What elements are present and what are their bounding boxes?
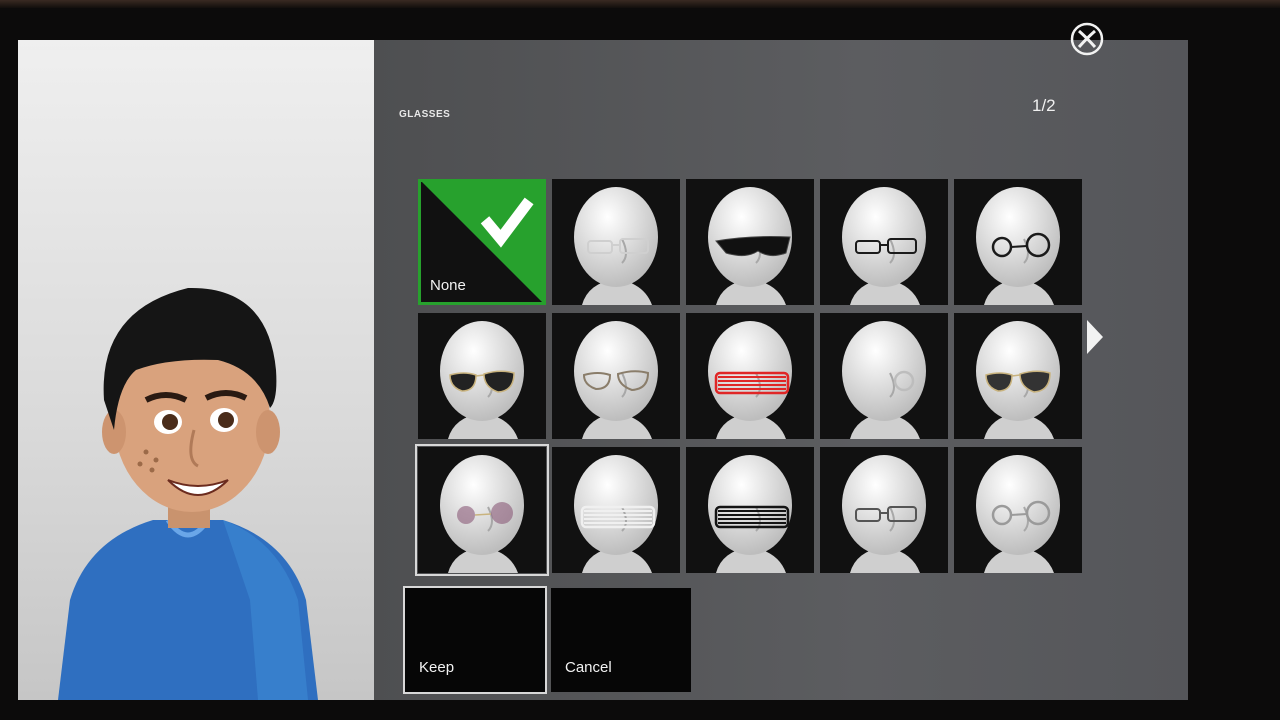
glasses-tile-none[interactable]: None [418, 179, 546, 305]
cancel-button[interactable]: Cancel [551, 588, 691, 692]
glasses-tile-round-black[interactable] [954, 179, 1082, 305]
mannequin-head-icon [440, 455, 524, 573]
cancel-label: Cancel [565, 659, 612, 676]
category-heading: GLASSES [399, 109, 451, 120]
glasses-tile-aviator-dark[interactable] [418, 313, 546, 439]
glasses-tile-half-rim[interactable] [820, 447, 948, 573]
glasses-tile-tinted-round[interactable] [415, 444, 549, 576]
mannequin-head-icon [574, 187, 658, 305]
none-label: None [430, 277, 466, 294]
glasses-tile-monocle[interactable] [820, 313, 948, 439]
glasses-tile-black-rectangular[interactable] [820, 179, 948, 305]
mannequin-head-icon [708, 455, 792, 573]
glasses-tile-black-shutter[interactable] [686, 447, 814, 573]
keep-label: Keep [419, 659, 455, 676]
avatar-preview [18, 40, 374, 700]
mannequin-head-icon [842, 455, 926, 573]
mannequin-head-icon [976, 455, 1060, 573]
glasses-tile-red-shutter[interactable] [686, 313, 814, 439]
tv-bezel [0, 0, 1280, 8]
chevron-right-icon[interactable] [1085, 318, 1105, 356]
keep-button[interactable]: Keep [403, 586, 547, 694]
mannequin-head-icon [976, 187, 1060, 305]
avatar-figure [58, 287, 318, 700]
glasses-tile-wire-round[interactable] [954, 447, 1082, 573]
mannequin-head-icon [574, 321, 658, 439]
mannequin-head-icon [708, 187, 792, 305]
mannequin-head-icon [574, 455, 658, 573]
xbox-logo-icon [1070, 22, 1104, 56]
glasses-tile-aviator-clear[interactable] [552, 313, 680, 439]
mannequin-head-icon [440, 321, 524, 439]
glasses-tile-dark-wraparound[interactable] [686, 179, 814, 305]
glasses-tile-white-shutter[interactable] [552, 447, 680, 573]
mannequin-head-icon [976, 321, 1060, 439]
mannequin-head-icon [842, 187, 926, 305]
glasses-tile-rectangular-clear[interactable] [552, 179, 680, 305]
mannequin-head-icon [842, 321, 926, 439]
mannequin-head-icon [708, 321, 792, 439]
page-indicator: 1/2 [1032, 96, 1056, 115]
glasses-tile-aviator-gradient[interactable] [954, 313, 1082, 439]
